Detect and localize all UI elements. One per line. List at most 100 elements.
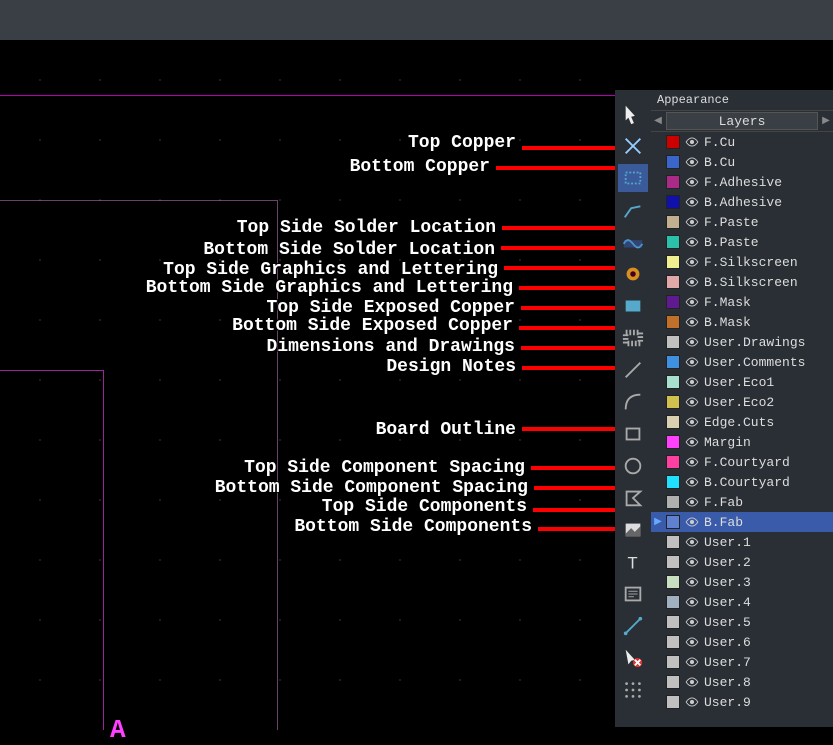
grid-tool[interactable] [618,676,648,704]
line-tool[interactable] [618,356,648,384]
dimension-tool[interactable] [618,612,648,640]
layer-row-user-eco2[interactable]: User.Eco2 [651,392,833,412]
layer-row-f-adhesive[interactable]: F.Adhesive [651,172,833,192]
color-swatch[interactable] [666,355,680,369]
layer-row-b-courtyard[interactable]: B.Courtyard [651,472,833,492]
color-swatch[interactable] [666,475,680,489]
visibility-toggle[interactable] [685,315,699,329]
pcb-canvas[interactable]: A [0,40,615,727]
delete-tool[interactable] [618,644,648,672]
layer-row-user-2[interactable]: User.2 [651,552,833,572]
visibility-toggle[interactable] [685,255,699,269]
visibility-toggle[interactable] [685,375,699,389]
layer-row-user-9[interactable]: User.9 [651,692,833,712]
color-swatch[interactable] [666,195,680,209]
visibility-toggle[interactable] [685,595,699,609]
visibility-toggle[interactable] [685,135,699,149]
visibility-toggle[interactable] [685,215,699,229]
color-swatch[interactable] [666,635,680,649]
visibility-toggle[interactable] [685,395,699,409]
image-tool[interactable] [618,516,648,544]
visibility-toggle[interactable] [685,615,699,629]
visibility-toggle[interactable] [685,475,699,489]
layer-row-b-silkscreen[interactable]: B.Silkscreen [651,272,833,292]
layer-row-user-8[interactable]: User.8 [651,672,833,692]
color-swatch[interactable] [666,615,680,629]
layer-row-b-adhesive[interactable]: B.Adhesive [651,192,833,212]
tab-layers[interactable]: Layers [666,112,818,130]
visibility-toggle[interactable] [685,635,699,649]
keepout-tool[interactable] [618,324,648,352]
via-tool[interactable] [618,260,648,288]
layer-row-f-cu[interactable]: F.Cu [651,132,833,152]
visibility-toggle[interactable] [685,435,699,449]
color-swatch[interactable] [666,275,680,289]
layer-row-b-paste[interactable]: B.Paste [651,232,833,252]
visibility-toggle[interactable] [685,455,699,469]
color-swatch[interactable] [666,315,680,329]
visibility-toggle[interactable] [685,195,699,209]
textbox-tool[interactable] [618,580,648,608]
layer-row-user-6[interactable]: User.6 [651,632,833,652]
color-swatch[interactable] [666,495,680,509]
layer-row-user-7[interactable]: User.7 [651,652,833,672]
layer-row-f-courtyard[interactable]: F.Courtyard [651,452,833,472]
visibility-toggle[interactable] [685,495,699,509]
color-swatch[interactable] [666,255,680,269]
layer-row-f-silkscreen[interactable]: F.Silkscreen [651,252,833,272]
layer-row-f-paste[interactable]: F.Paste [651,212,833,232]
highlight-net-tool[interactable] [618,132,648,160]
select-tool[interactable] [618,100,648,128]
color-swatch[interactable] [666,335,680,349]
layer-row-user-eco1[interactable]: User.Eco1 [651,372,833,392]
visibility-toggle[interactable] [685,295,699,309]
color-swatch[interactable] [666,415,680,429]
color-swatch[interactable] [666,395,680,409]
visibility-toggle[interactable] [685,155,699,169]
color-swatch[interactable] [666,695,680,709]
color-swatch[interactable] [666,675,680,689]
visibility-toggle[interactable] [685,335,699,349]
rect-tool[interactable] [618,420,648,448]
color-swatch[interactable] [666,555,680,569]
visibility-toggle[interactable] [685,275,699,289]
route-track-tool[interactable] [618,196,648,224]
visibility-toggle[interactable] [685,355,699,369]
visibility-toggle[interactable] [685,695,699,709]
visibility-toggle[interactable] [685,415,699,429]
visibility-toggle[interactable] [685,535,699,549]
color-swatch[interactable] [666,375,680,389]
color-swatch[interactable] [666,435,680,449]
layer-row-user-comments[interactable]: User.Comments [651,352,833,372]
visibility-toggle[interactable] [685,655,699,669]
layer-row-user-4[interactable]: User.4 [651,592,833,612]
layer-row-user-5[interactable]: User.5 [651,612,833,632]
layer-row-user-3[interactable]: User.3 [651,572,833,592]
color-swatch[interactable] [666,295,680,309]
visibility-toggle[interactable] [685,235,699,249]
tab-scroll-right[interactable]: ▶ [819,111,833,131]
visibility-toggle[interactable] [685,175,699,189]
color-swatch[interactable] [666,515,680,529]
color-swatch[interactable] [666,535,680,549]
circle-tool[interactable] [618,452,648,480]
poly-tool[interactable] [618,484,648,512]
zone-tool[interactable] [618,292,648,320]
visibility-toggle[interactable] [685,555,699,569]
color-swatch[interactable] [666,215,680,229]
arc-tool[interactable] [618,388,648,416]
color-swatch[interactable] [666,575,680,589]
color-swatch[interactable] [666,595,680,609]
layer-row-f-mask[interactable]: F.Mask [651,292,833,312]
layer-row-f-fab[interactable]: F.Fab [651,492,833,512]
color-swatch[interactable] [666,175,680,189]
footprint-tool[interactable] [618,164,648,192]
color-swatch[interactable] [666,455,680,469]
text-tool[interactable]: T [618,548,648,576]
layer-row-margin[interactable]: Margin [651,432,833,452]
layer-row-b-mask[interactable]: B.Mask [651,312,833,332]
layer-row-user-drawings[interactable]: User.Drawings [651,332,833,352]
tab-scroll-left[interactable]: ◀ [651,111,665,131]
layer-row-b-cu[interactable]: B.Cu [651,152,833,172]
color-swatch[interactable] [666,655,680,669]
